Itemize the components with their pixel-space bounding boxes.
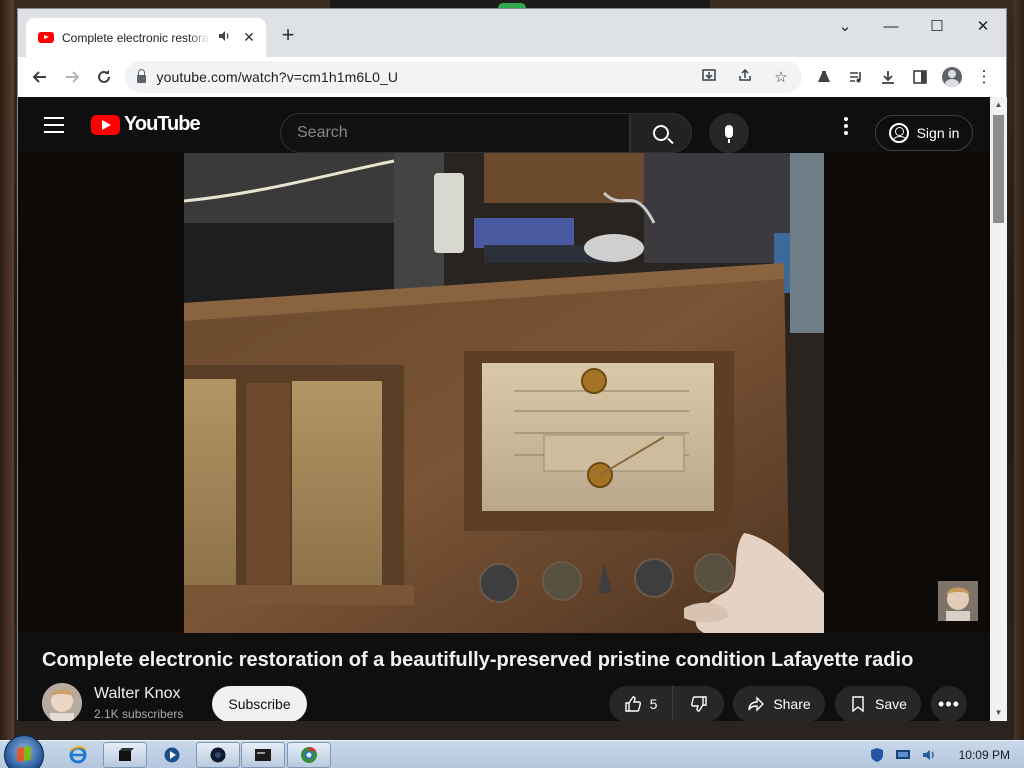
video-owner-row: Walter Knox 2.1K subscribers Subscribe 5… (42, 683, 972, 721)
profile-icon[interactable] (936, 61, 968, 93)
subscriber-count: 2.1K subscribers (94, 707, 184, 721)
search-button[interactable] (630, 113, 692, 153)
youtube-play-icon (91, 114, 120, 135)
toolbar-actions: ⋮ (808, 61, 1000, 93)
like-count: 5 (649, 696, 658, 712)
subscribe-button[interactable]: Subscribe (212, 686, 307, 721)
like-dislike-group: 5 (609, 686, 724, 721)
youtube-header: YouTube Sign in (18, 97, 990, 153)
volume-icon[interactable] (921, 747, 937, 763)
network-icon[interactable] (895, 747, 911, 763)
account-icon (888, 123, 909, 143)
lock-icon[interactable] (137, 69, 147, 83)
taskbar-clock[interactable]: 10:09 PM (959, 748, 1010, 762)
install-icon[interactable] (696, 67, 722, 87)
channel-name[interactable]: Walter Knox (94, 685, 181, 703)
share-icon[interactable] (732, 67, 758, 87)
chrome-icon[interactable] (287, 742, 331, 768)
url-text[interactable]: youtube.com/watch?v=cm1h1m6L0_U (156, 69, 686, 85)
save-playlist-icon (852, 696, 864, 713)
side-panel-icon[interactable] (904, 61, 936, 93)
share-label: Share (773, 696, 811, 712)
media-queue-icon[interactable] (840, 61, 872, 93)
youtube-page: YouTube Sign in (18, 97, 990, 721)
desktop-wallpaper-left (0, 0, 14, 740)
save-button[interactable]: Save (835, 686, 921, 721)
profile-thumbnail-overlay[interactable] (938, 581, 978, 621)
console-icon[interactable] (241, 742, 285, 768)
plus-icon[interactable]: + (276, 24, 300, 48)
extensions-icon[interactable] (808, 61, 840, 93)
video-still-radio (184, 153, 824, 633)
tab-title: Complete electronic restoration of a bea… (62, 30, 210, 45)
taskbar: 10:09 PM (0, 735, 1024, 768)
close-window-button[interactable]: ✕ (960, 9, 1006, 43)
bookmark-star-icon[interactable]: ☆ (768, 68, 794, 86)
maximize-button[interactable]: ☐ (914, 9, 960, 43)
thumbs-up-icon (624, 696, 641, 712)
desktop-wallpaper-right (1014, 0, 1024, 740)
browser-window: Complete electronic restoration of a bea… (17, 8, 1007, 721)
scroll-down-arrow-icon[interactable]: ▼ (990, 705, 1007, 721)
download-icon[interactable] (872, 61, 904, 93)
share-button[interactable]: Share (733, 686, 825, 721)
tab-youtube-video[interactable]: Complete electronic restoration of a bea… (26, 18, 266, 57)
forward-icon[interactable] (56, 61, 88, 93)
save-label: Save (875, 696, 907, 712)
tab-strip: Complete electronic restoration of a bea… (18, 9, 1006, 57)
tab-close-icon[interactable]: ✕ (240, 29, 258, 46)
security-shield-icon[interactable] (869, 747, 885, 763)
start-button[interactable] (4, 735, 44, 768)
media-player-icon[interactable] (150, 742, 194, 768)
share-arrow-icon (748, 696, 765, 712)
system-tray: 10:09 PM (869, 741, 1024, 768)
page-scrollbar[interactable]: ▲ ▼ (990, 97, 1007, 721)
speaker-icon[interactable] (218, 30, 232, 45)
minimize-button[interactable]: — (868, 9, 914, 43)
video-frame[interactable] (184, 153, 824, 633)
dislike-button[interactable] (673, 695, 724, 713)
youtube-favicon-icon (38, 32, 54, 43)
reload-icon[interactable] (88, 61, 120, 93)
more-actions-button[interactable]: ••• (931, 686, 967, 721)
address-bar[interactable]: youtube.com/watch?v=cm1h1m6L0_U ☆ (125, 61, 802, 93)
tab-search-icon[interactable]: ⌄ (822, 9, 868, 43)
internet-explorer-icon[interactable] (56, 742, 100, 768)
search-input-container (280, 113, 630, 153)
search-icon (653, 125, 669, 141)
microphone-icon (725, 125, 733, 143)
sign-in-label: Sign in (916, 125, 960, 141)
scroll-up-arrow-icon[interactable]: ▲ (990, 97, 1007, 113)
app-icon[interactable] (196, 742, 240, 768)
menu-icon[interactable]: ⋮ (968, 61, 1000, 93)
browser-toolbar: youtube.com/watch?v=cm1h1m6L0_U ☆ ⋮ (18, 57, 1006, 97)
settings-kebab-icon[interactable] (844, 117, 848, 135)
like-button[interactable]: 5 (609, 686, 673, 721)
channel-avatar[interactable] (42, 683, 82, 721)
youtube-logo-text: YouTube (124, 113, 201, 135)
thumbs-down-icon (690, 696, 707, 712)
youtube-logo[interactable]: YouTube (91, 113, 201, 136)
scroll-thumb[interactable] (993, 115, 1004, 223)
video-title: Complete electronic restoration of a bea… (42, 649, 914, 671)
hamburger-menu-icon[interactable] (44, 117, 64, 133)
video-player[interactable] (18, 153, 990, 633)
voice-search-button[interactable] (709, 113, 749, 153)
search-input[interactable] (297, 124, 629, 142)
terminal-icon[interactable] (103, 742, 147, 768)
back-icon[interactable] (24, 61, 56, 93)
sign-in-button[interactable]: Sign in (875, 115, 973, 151)
window-controls: ⌄ — ☐ ✕ (822, 9, 1006, 43)
